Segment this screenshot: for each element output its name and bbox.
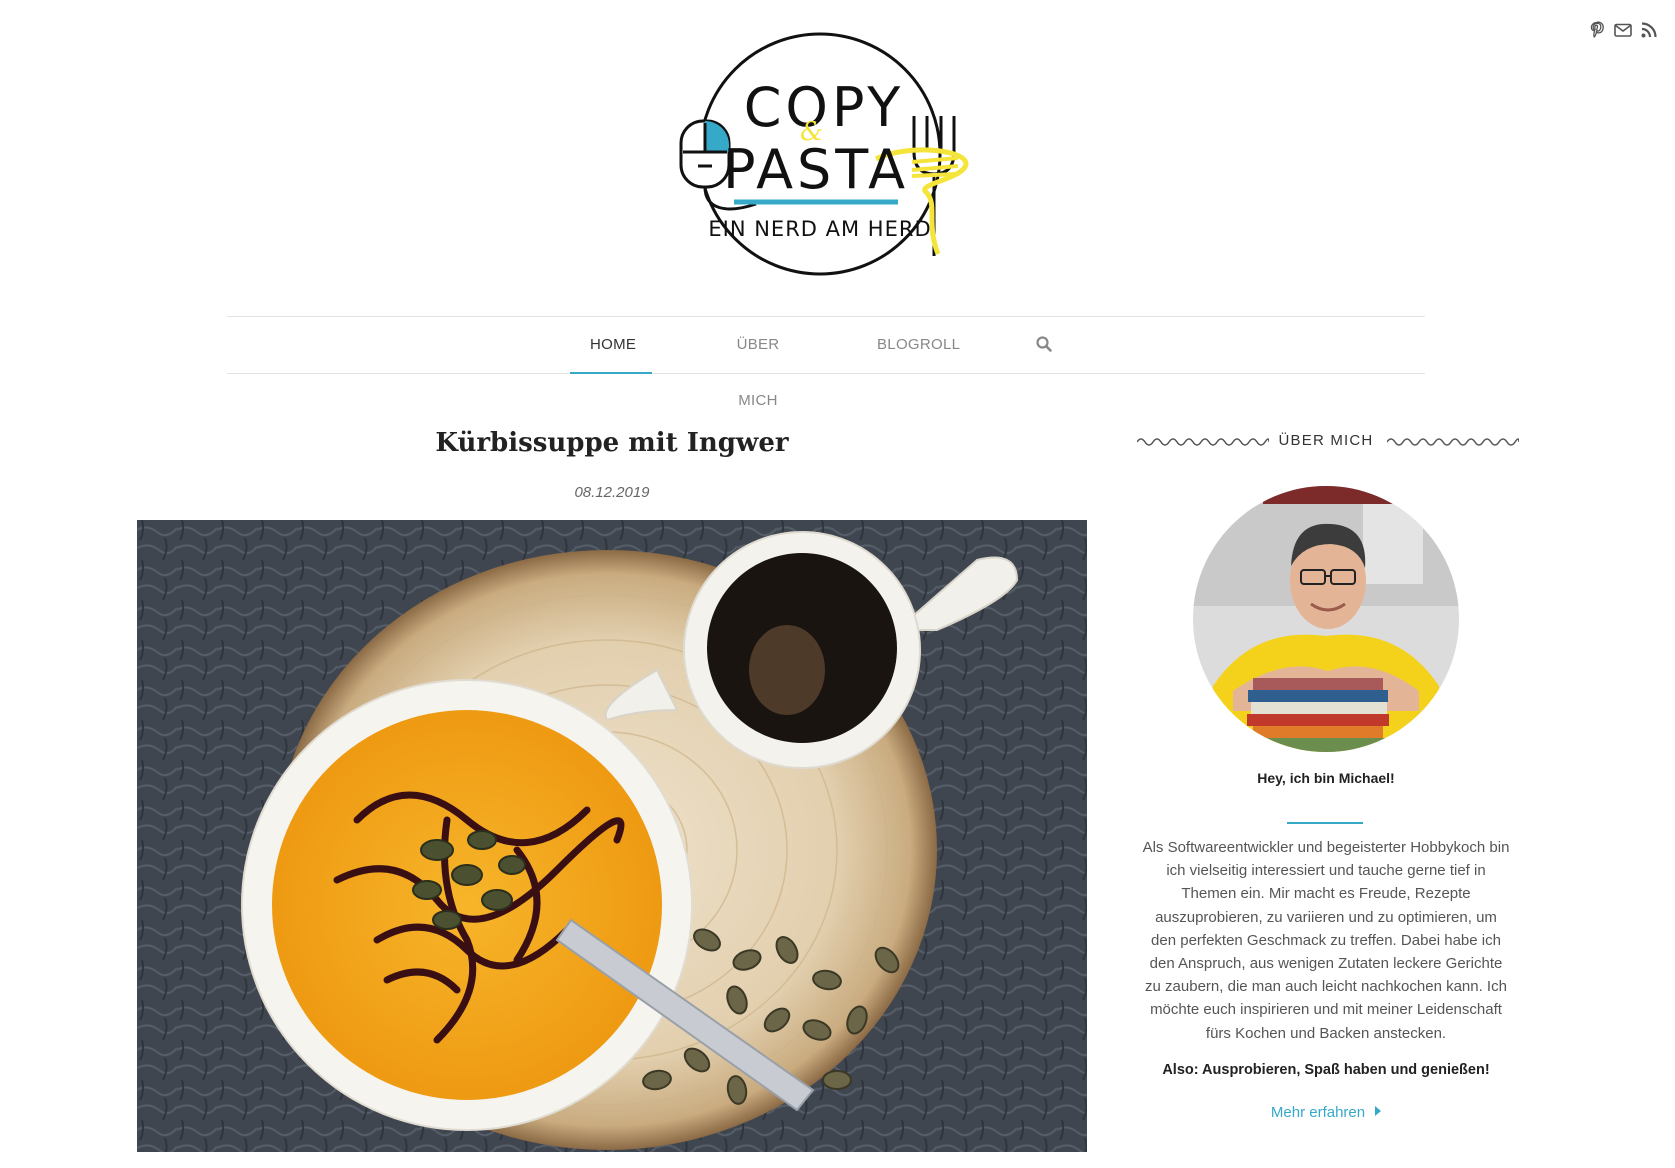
post-date: 08.12.2019: [574, 484, 650, 501]
author-avatar: [1193, 486, 1459, 752]
more-link[interactable]: Mehr erfahren: [1133, 1104, 1519, 1121]
wave-decoration-right: [1387, 438, 1519, 446]
rss-icon[interactable]: [1639, 20, 1659, 40]
logo-line1: COPY: [744, 76, 905, 139]
pinterest-icon[interactable]: [1587, 20, 1607, 40]
more-link-label[interactable]: Mehr erfahren: [1271, 1104, 1365, 1121]
sidebar-about-widget: ÜBER MICH Hey, ich bin Michael! Als Soft…: [1133, 428, 1519, 1121]
social-icons: [1587, 20, 1659, 40]
logo-tagline: EIN NERD AM HERD: [708, 217, 931, 241]
main-navigation: HOME ÜBER MICH BLOGROLL: [227, 316, 1425, 409]
author-greeting: Hey, ich bin Michael!: [1257, 770, 1395, 786]
author-description: Als Softwareentwickler und begeisterter …: [1142, 839, 1510, 1042]
divider: [1287, 822, 1363, 824]
caret-right-icon: [1375, 1106, 1382, 1116]
nav-item-blogroll[interactable]: BLOGROLL: [877, 317, 960, 373]
post-title[interactable]: Kürbissuppe mit Ingwer: [137, 428, 1087, 458]
search-icon[interactable]: [1035, 335, 1053, 353]
mail-icon[interactable]: [1613, 20, 1633, 40]
widget-title: ÜBER MICH: [1133, 428, 1519, 456]
nav-item-ueber-mich[interactable]: ÜBER MICH: [719, 317, 797, 409]
post-featured-image[interactable]: [137, 520, 1087, 1152]
author-motto: Also: Ausprobieren, Spaß haben und genie…: [1162, 1062, 1490, 1078]
nav-item-home[interactable]: HOME: [570, 317, 652, 374]
site-logo[interactable]: COPY & PASTA EIN NERD AM HERD: [676, 24, 976, 284]
logo-line2: PASTA: [723, 138, 909, 201]
